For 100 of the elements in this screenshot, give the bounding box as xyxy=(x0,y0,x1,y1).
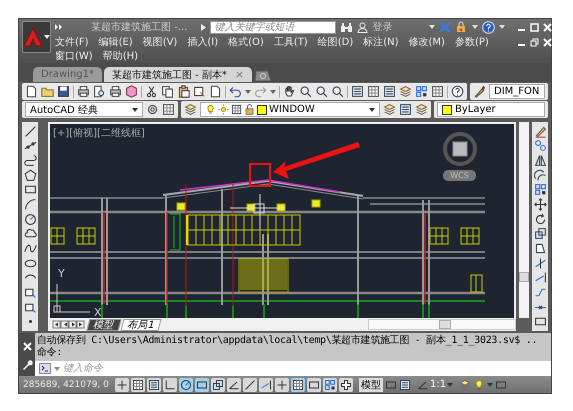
block-icon[interactable] xyxy=(24,300,36,314)
user-icon[interactable] xyxy=(357,22,368,32)
brush-icon[interactable] xyxy=(473,85,486,98)
move-arrows-icon[interactable] xyxy=(534,198,546,212)
layout-tab[interactable]: 模型 xyxy=(86,318,122,330)
layout-tab[interactable]: 布局1 xyxy=(120,318,162,330)
list-panel-icon[interactable] xyxy=(399,378,411,390)
rectangle-icon[interactable] xyxy=(534,315,546,328)
cloud-icon[interactable] xyxy=(24,227,36,240)
mirror-icon[interactable] xyxy=(534,154,546,168)
menu-item[interactable]: 视图(V) xyxy=(142,35,178,49)
viewcube-drawing[interactable] xyxy=(443,132,477,166)
close-icon[interactable] xyxy=(542,38,552,46)
help-icon[interactable] xyxy=(451,85,464,98)
color-dropdown[interactable]: ByLayer xyxy=(437,102,545,117)
magnifier-icon[interactable] xyxy=(299,85,312,98)
list-panel-icon[interactable] xyxy=(351,85,364,98)
list-panel-icon[interactable] xyxy=(383,85,396,98)
trim-icon[interactable] xyxy=(534,256,546,270)
eraser-icon[interactable] xyxy=(534,124,546,138)
annotation-scale[interactable]: 1:1 xyxy=(430,379,446,390)
printer-icon[interactable] xyxy=(109,85,122,98)
padlock-icon[interactable] xyxy=(244,104,255,115)
vertical-scrollbar[interactable] xyxy=(519,122,529,318)
magnifier-icon[interactable] xyxy=(331,85,344,98)
layer-dropdown[interactable]: WINDOW xyxy=(200,102,380,117)
menu-item[interactable]: 标注(N) xyxy=(363,35,399,49)
copy-icon[interactable] xyxy=(161,85,174,98)
drawing-canvas[interactable]: [+][俯视][二维线框] WCS Y X xyxy=(48,122,516,318)
document-icon[interactable] xyxy=(209,85,222,98)
horizontal-scrollbar[interactable] xyxy=(368,319,516,330)
layers-icon[interactable] xyxy=(184,103,197,116)
play-arrow-icon[interactable] xyxy=(201,24,206,30)
brush-document-icon[interactable] xyxy=(193,85,206,98)
viewport-label[interactable]: [+][俯视][二维线框] xyxy=(53,126,145,140)
menu-item[interactable]: 编辑(E) xyxy=(98,35,133,49)
light-bulb-icon[interactable] xyxy=(205,104,216,115)
close-icon[interactable] xyxy=(22,342,32,351)
grid-icon[interactable] xyxy=(231,104,242,115)
copy-objects-icon[interactable] xyxy=(534,139,546,152)
new-tab-icon[interactable] xyxy=(254,70,272,82)
list-panel-icon[interactable] xyxy=(399,103,412,116)
hand-icon[interactable] xyxy=(283,85,296,98)
menu-item[interactable]: 绘图(D) xyxy=(318,35,354,49)
block-icon[interactable] xyxy=(24,286,36,299)
layers-icon[interactable] xyxy=(415,103,428,116)
cube-icon[interactable] xyxy=(125,85,138,98)
array-icon[interactable] xyxy=(534,183,546,196)
page-magnifier-icon[interactable] xyxy=(93,85,106,98)
menu-item[interactable]: 参数(P) xyxy=(454,35,489,49)
stretch-icon[interactable] xyxy=(534,242,546,255)
offset-icon[interactable] xyxy=(534,168,546,182)
rotate-icon[interactable] xyxy=(534,212,546,226)
menu-item[interactable]: 修改(M) xyxy=(408,35,445,49)
tab-navigation-icon[interactable] xyxy=(52,320,86,329)
light-bulb-icon[interactable] xyxy=(473,378,486,390)
line-icon[interactable] xyxy=(24,124,36,138)
caret-icon[interactable] xyxy=(132,108,138,112)
menu-item[interactable]: 窗口(W) xyxy=(55,49,93,63)
arc-icon[interactable] xyxy=(24,198,36,212)
document-icon[interactable] xyxy=(25,85,38,98)
magnifier-icon[interactable] xyxy=(315,85,328,98)
wrench-icon[interactable] xyxy=(22,360,32,372)
array-icon[interactable] xyxy=(415,85,428,98)
grid-icon[interactable] xyxy=(431,85,444,98)
polyline-icon[interactable] xyxy=(24,154,36,168)
rectangle-icon[interactable] xyxy=(24,183,36,196)
prompt-icon[interactable] xyxy=(39,363,51,374)
spline-icon[interactable] xyxy=(24,242,36,255)
caret-icon[interactable] xyxy=(369,108,375,112)
menu-item[interactable]: 帮助(H) xyxy=(102,49,138,63)
sign-in-link[interactable]: 登录 xyxy=(372,20,392,34)
folder-icon[interactable] xyxy=(41,85,54,98)
extend-icon[interactable] xyxy=(534,271,546,284)
model-button[interactable]: 模型 xyxy=(359,378,383,392)
grid-icon[interactable] xyxy=(162,103,175,116)
printer-icon[interactable] xyxy=(77,85,90,98)
grid-icon[interactable] xyxy=(367,85,380,98)
maximize-icon[interactable] xyxy=(530,22,539,32)
restore-icon[interactable] xyxy=(530,38,539,46)
text-style-dropdown[interactable]: DIM_FON xyxy=(489,84,545,99)
layers-icon[interactable] xyxy=(399,85,412,98)
menu-item[interactable]: 插入(I) xyxy=(187,35,218,49)
circle-icon[interactable] xyxy=(24,212,36,226)
break-icon[interactable] xyxy=(534,286,546,299)
gear-icon[interactable] xyxy=(146,103,159,116)
close-icon[interactable] xyxy=(542,22,552,32)
polygon-icon[interactable] xyxy=(24,168,36,182)
layers-icon[interactable] xyxy=(383,103,396,116)
double-chevron-icon[interactable] xyxy=(55,24,63,30)
menu-item[interactable]: 工具(T) xyxy=(274,35,308,49)
tab-close-button[interactable]: × xyxy=(234,68,244,81)
undo-arrow-icon[interactable] xyxy=(229,85,242,98)
clipboard-icon[interactable] xyxy=(177,85,190,98)
caret-icon[interactable] xyxy=(44,35,50,39)
binoculars-icon[interactable] xyxy=(340,22,354,32)
workspace-dropdown[interactable]: AutoCAD 经典 xyxy=(25,102,143,117)
menu-item[interactable]: 文件(F) xyxy=(55,35,89,49)
lock-download-icon[interactable] xyxy=(454,21,468,33)
layers-icon[interactable] xyxy=(459,378,472,390)
